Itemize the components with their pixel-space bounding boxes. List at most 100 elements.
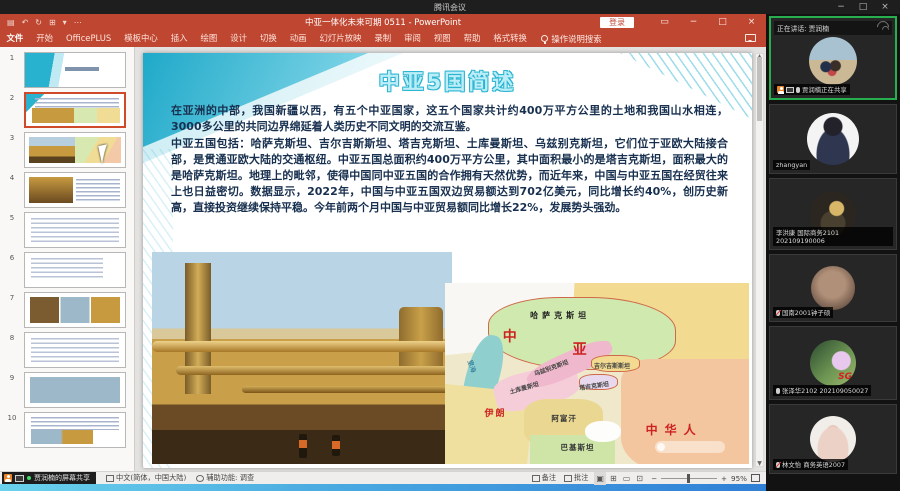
- slide-sorter-view-button[interactable]: ⊞: [610, 474, 617, 483]
- ribbon-tabs: 文件开始OfficePLUS模板中心插入绘图设计切换动画幻灯片放映录制审阅视图帮…: [0, 30, 533, 47]
- mic-icon: [776, 388, 780, 394]
- ribbon-tab-8[interactable]: 切换: [253, 30, 283, 47]
- ribbon-tab-3[interactable]: OfficePLUS: [60, 30, 118, 47]
- slide-thumbnail-3[interactable]: 3: [0, 132, 130, 168]
- save-icon[interactable]: ▤: [7, 18, 15, 27]
- restore-icon[interactable]: □: [852, 0, 874, 14]
- customize-qat-icon[interactable]: ▾: [63, 18, 67, 27]
- slide-preview: [24, 132, 126, 168]
- map-label-2: 中: [503, 326, 517, 346]
- paragraph-1: 在亚洲的中部，我国新疆以西，有五个中亚国家，这五个国家共计约400万平方公里的土…: [171, 103, 728, 135]
- pipeline-photo[interactable]: [152, 252, 452, 464]
- start-slideshow-icon[interactable]: ⊞: [49, 18, 56, 27]
- zoom-control: − + 95%: [651, 474, 760, 483]
- participant-tile-2[interactable]: zhangyan: [769, 104, 897, 174]
- speaking-label: 正在讲话: 贾润楠: [777, 23, 829, 33]
- tell-me-search[interactable]: 操作说明搜索: [541, 33, 601, 45]
- ribbon-tab-13[interactable]: 视图: [427, 30, 457, 47]
- slide-preview: [24, 252, 126, 288]
- slide-preview: [24, 172, 126, 208]
- zoom-level[interactable]: 95%: [731, 474, 747, 483]
- central-asia-map[interactable]: 哈萨克斯坦中亚吉尔吉斯斯坦乌兹别克斯坦土库曼斯坦塔吉克斯坦伊朗阿富汗巴基斯坦中华…: [445, 283, 749, 464]
- slide-thumbnail-7[interactable]: 7: [0, 292, 130, 328]
- ribbon-tab-7[interactable]: 设计: [224, 30, 254, 47]
- meeting-titlebar: 腾讯会议 − □ ×: [0, 0, 900, 14]
- ribbon-tab-12[interactable]: 审阅: [398, 30, 428, 47]
- slide-thumbnail-5[interactable]: 5: [0, 212, 130, 248]
- slide-thumbnail-10[interactable]: 10: [0, 412, 130, 448]
- scrollbar-thumb[interactable]: [757, 57, 762, 121]
- more-commands-icon[interactable]: ⋯: [74, 18, 82, 27]
- vertical-scrollbar[interactable]: ▲ ▼: [755, 53, 764, 467]
- map-label-10: 巴基斯坦: [561, 442, 595, 453]
- scroll-down-icon[interactable]: ▼: [756, 460, 763, 467]
- map-label-9: 阿富汗: [551, 413, 577, 424]
- map-label-11: 中华人: [646, 421, 703, 438]
- ribbon-tab-1[interactable]: 文件: [0, 30, 30, 47]
- participant-avatar: SG: [810, 340, 856, 386]
- restore-icon[interactable]: □: [708, 14, 737, 30]
- reading-view-button[interactable]: ▭: [623, 474, 631, 483]
- ribbon-display-options-icon[interactable]: ▭: [650, 14, 679, 30]
- slide-number: 5: [0, 212, 24, 248]
- undo-icon[interactable]: ↶: [22, 18, 29, 27]
- screen-share-toast[interactable]: 贾润楠的屏幕共享: [2, 472, 96, 484]
- accessibility-status[interactable]: 辅助功能: 调查: [196, 473, 254, 483]
- workspace: 12345678910 中亚5国简述 在亚洲的中部，我国新疆以西，有五个中亚国家…: [0, 47, 766, 471]
- spellcheck-icon: [106, 475, 114, 482]
- lightbulb-icon: [541, 35, 548, 42]
- close-icon[interactable]: ×: [874, 0, 896, 14]
- close-icon[interactable]: ×: [737, 14, 766, 30]
- zoom-slider[interactable]: [661, 478, 717, 479]
- participant-tile-sharer[interactable]: 正在讲话: 贾润楠 贾润楠正在共享: [769, 16, 897, 100]
- meeting-video-sidebar: 正在讲话: 贾润楠 贾润楠正在共享 zhangyan李洪康 国际商务2101 2…: [766, 14, 900, 491]
- ribbon-tab-6[interactable]: 绘图: [194, 30, 224, 47]
- badge-icons: [777, 86, 800, 93]
- slide-thumbnail-panel[interactable]: 1 2 3 4 5 6 7 8 9 10: [0, 47, 135, 471]
- slide-thumbnail-6[interactable]: 6: [0, 252, 130, 288]
- ribbon-tab-14[interactable]: 帮助: [457, 30, 487, 47]
- slide-thumbnail-9[interactable]: 9: [0, 372, 130, 408]
- comments-icon[interactable]: [745, 34, 756, 42]
- login-button[interactable]: 登录: [600, 17, 634, 28]
- status-bar: 贾润楠的屏幕共享 中文(简体，中国大陆) 辅助功能: 调查 备注 批注: [0, 471, 766, 484]
- normal-view-button[interactable]: ▣: [596, 474, 604, 483]
- slide-body-text: 在亚洲的中部，我国新疆以西，有五个中亚国家，这五个国家共计约400万平方公里的土…: [171, 103, 728, 216]
- ribbon-tab-2[interactable]: 开始: [30, 30, 60, 47]
- slide-thumbnail-2[interactable]: 2: [0, 92, 130, 128]
- participant-tile-5[interactable]: SG张泽华2102 202109050027: [769, 326, 897, 400]
- zoom-slider-thumb[interactable]: [687, 474, 690, 483]
- slide-number: 8: [0, 332, 24, 368]
- slide-thumbnail-4[interactable]: 4: [0, 172, 130, 208]
- monitor-icon: [15, 475, 24, 482]
- slide[interactable]: 中亚5国简述 在亚洲的中部，我国新疆以西，有五个中亚国家，这五个国家共计约400…: [143, 53, 752, 468]
- tell-me-label: 操作说明搜索: [551, 33, 601, 45]
- slideshow-button[interactable]: ⊡: [636, 474, 643, 483]
- participant-tile-3[interactable]: 李洪康 国际商务2101 202109190006: [769, 178, 897, 250]
- notes-button[interactable]: 备注: [532, 473, 556, 483]
- map-label-3: 亚: [573, 339, 587, 359]
- ribbon-tab-15[interactable]: 格式转换: [487, 30, 534, 47]
- pipe-shape: [242, 386, 452, 393]
- minimize-icon[interactable]: −: [830, 0, 852, 14]
- ribbon-tab-10[interactable]: 幻灯片放映: [313, 30, 368, 47]
- ribbon-tab-4[interactable]: 模板中心: [118, 30, 165, 47]
- ribbon-tab-5[interactable]: 插入: [164, 30, 194, 47]
- redo-icon[interactable]: ↻: [35, 18, 42, 27]
- ribbon-tab-11[interactable]: 录制: [368, 30, 398, 47]
- slide-number: 3: [0, 132, 24, 168]
- slide-canvas-area: 中亚5国简述 在亚洲的中部，我国新疆以西，有五个中亚国家，这五个国家共计约400…: [135, 47, 766, 471]
- fit-to-window-icon[interactable]: [751, 474, 760, 482]
- zoom-out-icon[interactable]: −: [651, 474, 657, 483]
- speaking-indicator: 正在讲话: 贾润楠: [774, 21, 892, 35]
- slide-thumbnail-1[interactable]: 1: [0, 52, 130, 88]
- language-status[interactable]: 中文(简体，中国大陆): [106, 473, 186, 483]
- ribbon-tab-9[interactable]: 动画: [283, 30, 313, 47]
- comments-button[interactable]: 批注: [564, 473, 588, 483]
- slide-thumbnail-8[interactable]: 8: [0, 332, 130, 368]
- mic-muted-icon: [776, 310, 780, 316]
- minimize-icon[interactable]: −: [679, 14, 708, 30]
- participant-tile-6[interactable]: 林文怡 商务英语2007: [769, 404, 897, 474]
- zoom-in-icon[interactable]: +: [721, 474, 727, 483]
- participant-tile-4[interactable]: 国南2001钟子硕: [769, 254, 897, 322]
